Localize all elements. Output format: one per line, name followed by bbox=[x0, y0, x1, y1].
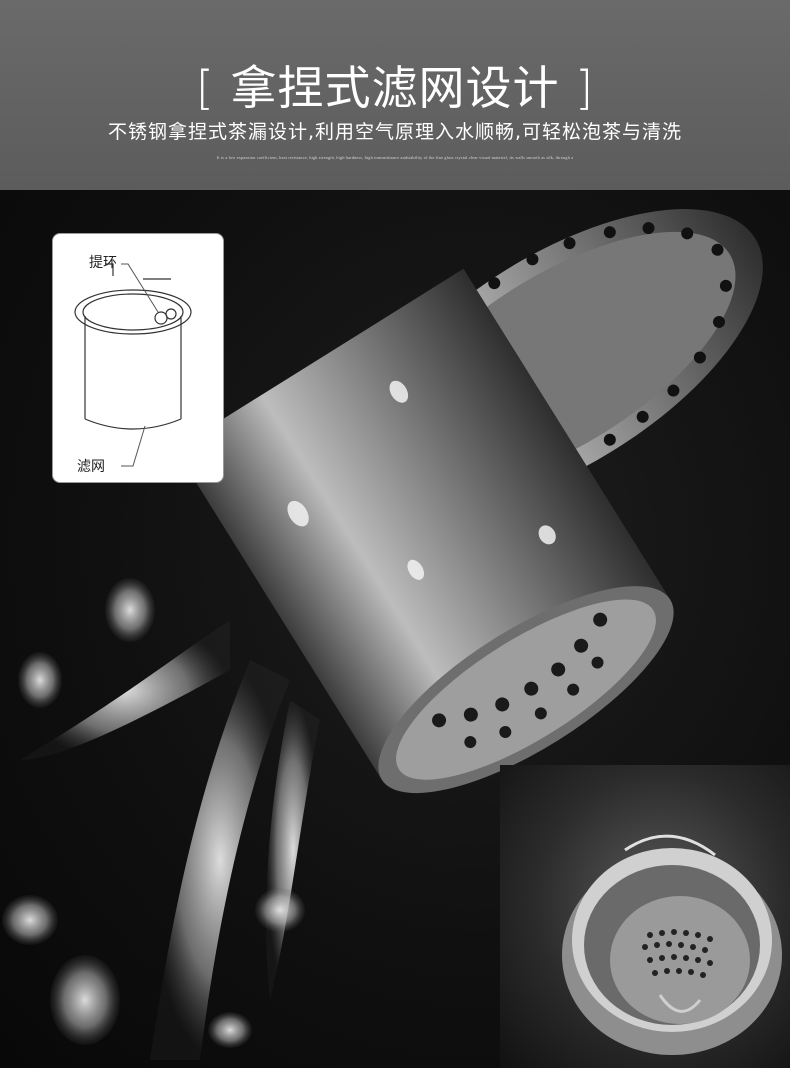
header-banner: [ 拿捏式滤网设计 ] 不锈钢拿捏式茶漏设计,利用空气原理入水顺畅,可轻松泡茶与… bbox=[0, 0, 790, 190]
inset-photo bbox=[500, 765, 790, 1068]
infuser-line-drawing bbox=[74, 263, 192, 467]
fine-print: It is a low expansion coefficient, heat … bbox=[216, 155, 574, 160]
label-filter: 滤网 bbox=[77, 459, 105, 475]
infuser-top-view bbox=[562, 834, 782, 1055]
page-subtitle: 不锈钢拿捏式茶漏设计,利用空气原理入水顺畅,可轻松泡茶与清洗 bbox=[107, 121, 683, 143]
structure-diagram: 提环 滤网 bbox=[52, 233, 224, 483]
label-handle: 提环 bbox=[89, 255, 117, 271]
page-title: [ 拿捏式滤网设计 ] bbox=[195, 61, 595, 115]
